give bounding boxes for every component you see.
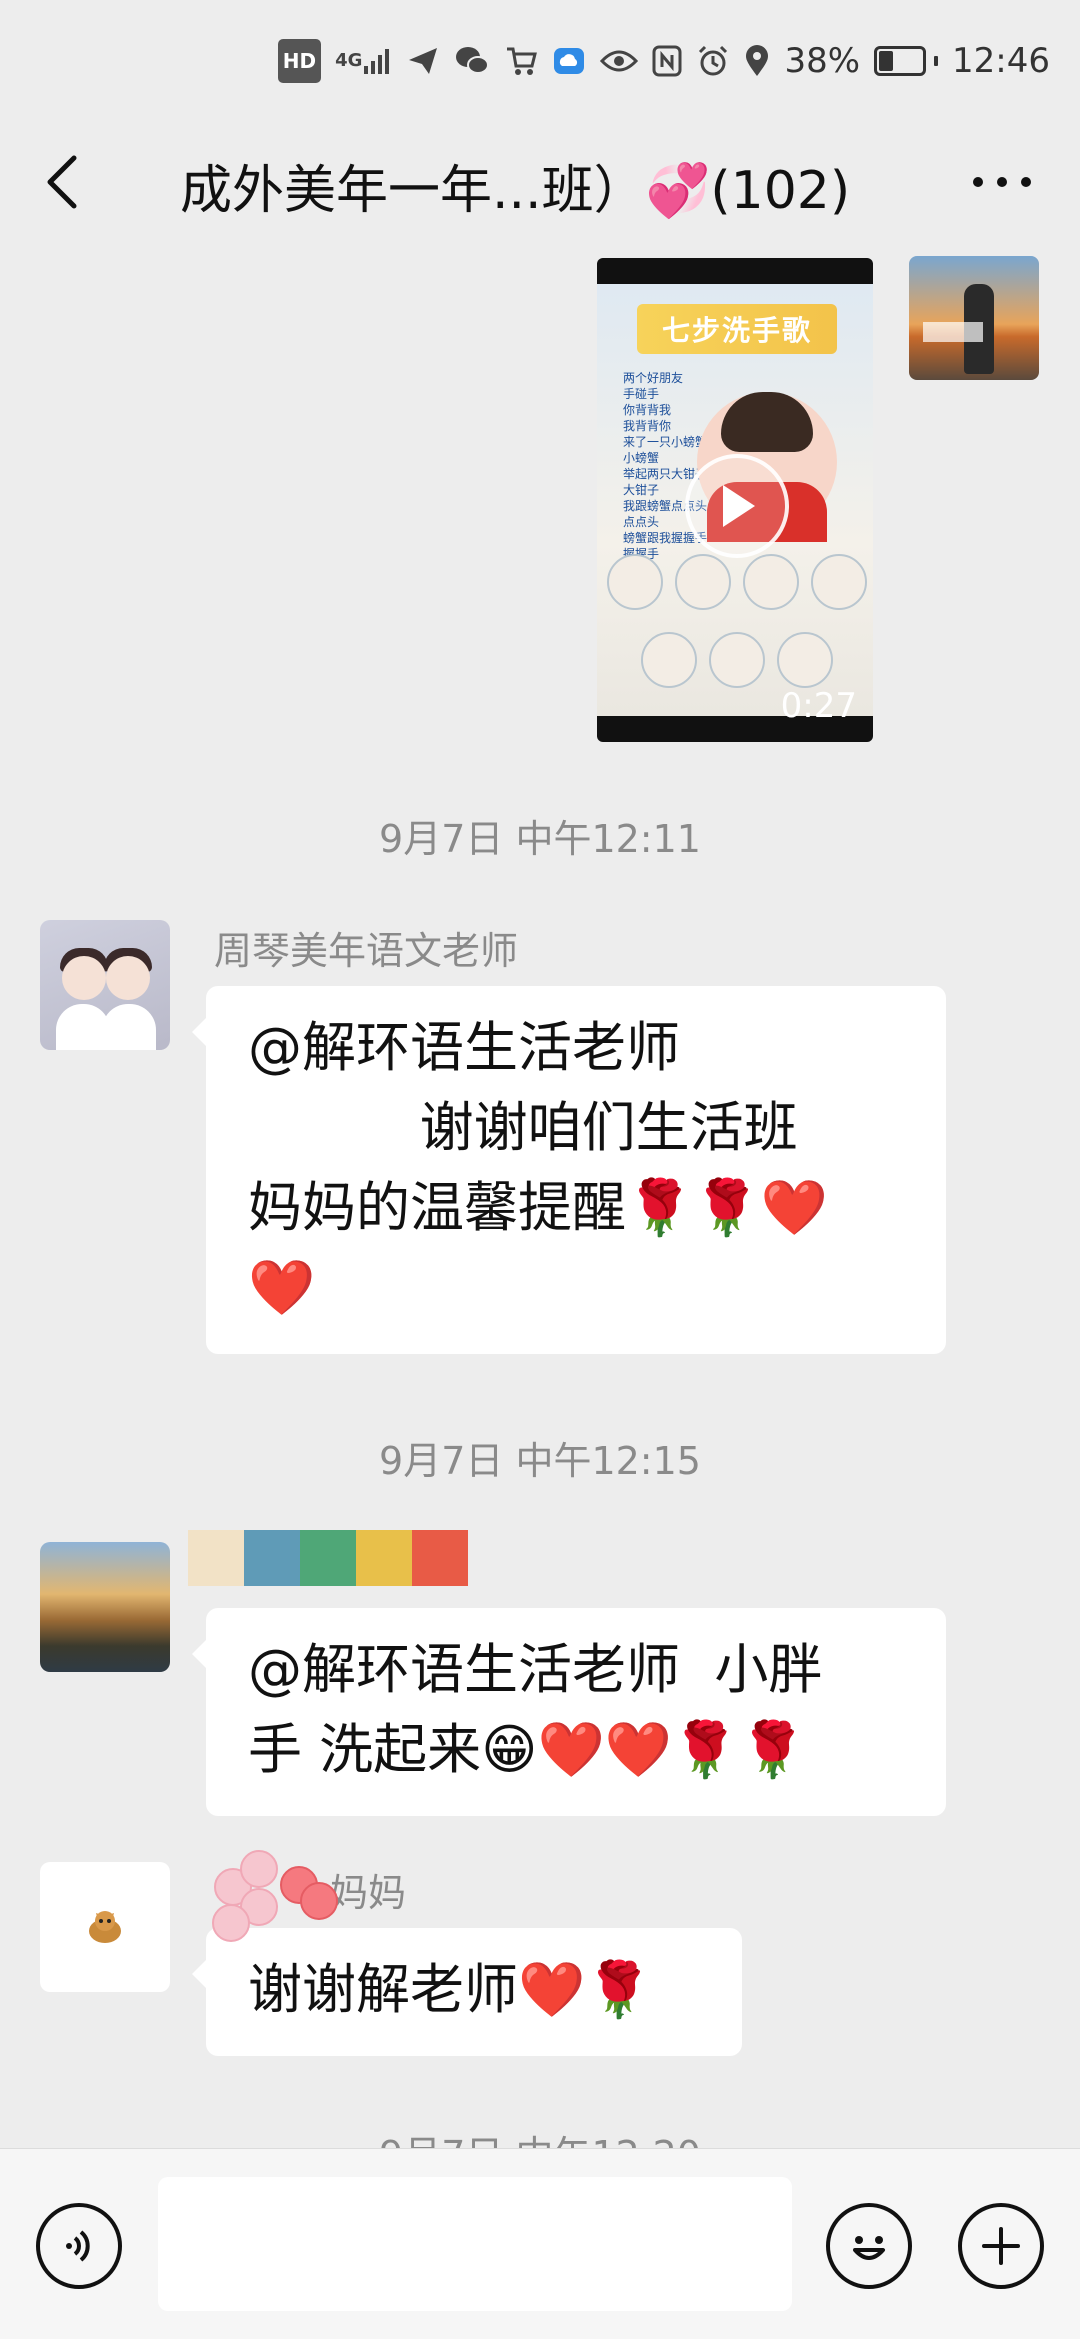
message-bubble[interactable]: @解环语生活老师 谢谢咱们生活班 妈妈的温馨提醒🌹🌹❤️ ❤️	[192, 986, 946, 1354]
handwash-steps-illustration	[607, 554, 867, 704]
cloud-icon	[552, 41, 586, 81]
my-avatar[interactable]	[909, 256, 1039, 380]
clock: 12:46	[952, 41, 1050, 81]
sender-name: 周琴美年语文老师	[214, 929, 519, 973]
voice-button[interactable]	[36, 2203, 122, 2289]
video-duration: 0:27	[780, 686, 857, 726]
avatar[interactable]	[40, 1542, 170, 1672]
input-bar	[0, 2148, 1080, 2339]
location-icon	[744, 41, 770, 81]
color-block	[244, 1530, 300, 1586]
cart-icon	[504, 41, 538, 81]
eye-icon	[600, 41, 639, 81]
color-block	[300, 1530, 356, 1586]
send-icon	[406, 41, 440, 81]
message-input[interactable]	[158, 2177, 792, 2311]
message-bubble[interactable]: @解环语生活老师 小胖 手 洗起来😁❤️❤️🌹🌹	[192, 1608, 946, 1816]
network-label: 4G	[335, 50, 363, 71]
color-block	[188, 1530, 244, 1586]
flower-decoration	[210, 1848, 350, 1948]
video-title: 七步洗手歌	[637, 304, 837, 354]
avatar[interactable]	[40, 1862, 170, 1992]
ellipsis-icon	[973, 177, 1031, 187]
chat-title: 成外美年一年...班）💞(102)	[180, 161, 851, 221]
video-lyric-line: 两个好朋友	[623, 371, 684, 385]
video-lyric-line: 小螃蟹	[623, 451, 660, 465]
back-button[interactable]	[30, 150, 94, 214]
sender-name-color-blocks	[188, 1530, 468, 1590]
signal-icon: 4G	[335, 41, 392, 81]
timestamp: 9月7日 中午12:15	[379, 1439, 701, 1483]
avatar[interactable]	[40, 920, 170, 1050]
chevron-left-icon	[47, 155, 77, 209]
hd-icon: HD	[277, 39, 322, 83]
emoji-button[interactable]	[826, 2203, 912, 2289]
alarm-icon	[696, 41, 730, 81]
color-block	[356, 1530, 412, 1586]
chat-messages[interactable]: 七步洗手歌 两个好朋友 手碰手 你背背我 我背背你 来了一只小螃蟹 小螃蟹 举起两只大钳子大…	[0, 248, 1080, 2148]
video-message[interactable]: 七步洗手歌 两个好朋友 手碰手 你背背我 我背背你 来了一只小螃蟹 小螃蟹 举起两只大钳子大…	[597, 258, 873, 742]
wechat-icon	[454, 41, 490, 81]
video-lyric-line: 来了一只小螃蟹	[623, 435, 708, 449]
voice-icon	[66, 2230, 90, 2262]
cat-icon	[89, 1911, 121, 1943]
color-block	[412, 1530, 468, 1586]
play-icon[interactable]	[685, 454, 789, 558]
video-lyric-line: 手碰手	[623, 387, 660, 401]
plus-icon	[982, 2227, 1020, 2265]
chat-header: 成外美年一年...班）💞(102)	[0, 130, 1080, 230]
status-icons: HD 4G 38% 12:46	[277, 36, 1050, 86]
video-preview: 七步洗手歌 两个好朋友 手碰手 你背背我 我背背你 来了一只小螃蟹 小螃蟹 举起两只大钳子大…	[597, 284, 873, 716]
status-bar: HD 4G 38% 12:46	[0, 0, 1080, 120]
timestamp: 9月7日 中午12:20	[0, 2124, 1080, 2148]
plus-button[interactable]	[958, 2203, 1044, 2289]
battery-percent: 38%	[784, 41, 861, 81]
more-button[interactable]	[962, 150, 1042, 214]
video-lyric-line: 你背背我	[623, 403, 672, 417]
timestamp: 9月7日 中午12:11	[379, 817, 701, 861]
nfc-icon	[652, 41, 682, 81]
video-lyric-line: 我背背你	[623, 419, 672, 433]
emoji-icon	[853, 2236, 885, 2260]
battery-icon	[874, 46, 939, 76]
